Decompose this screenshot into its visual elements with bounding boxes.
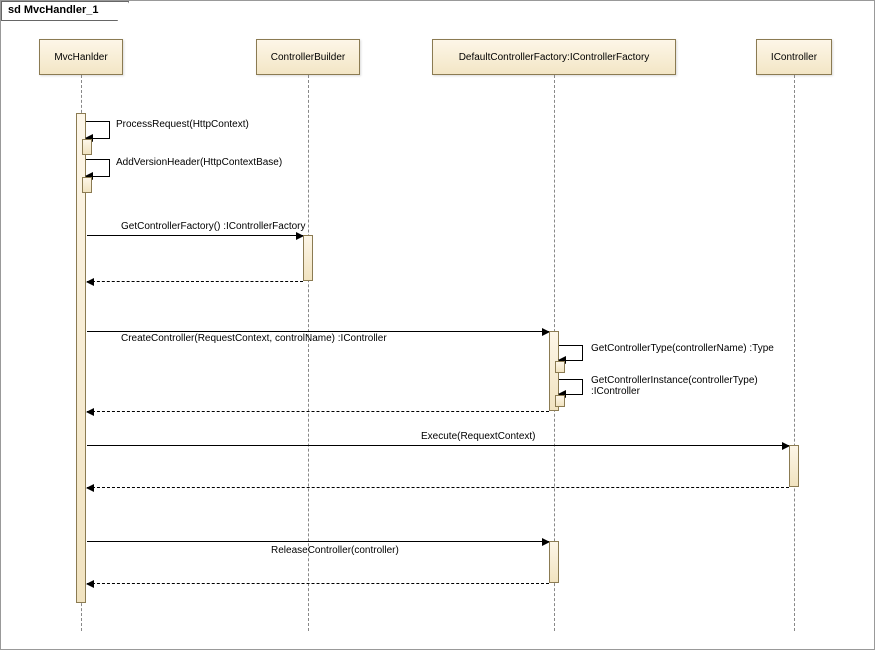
activation-bar xyxy=(82,139,92,155)
message-arrow xyxy=(87,331,549,332)
activation-bar xyxy=(82,177,92,193)
activation-bar xyxy=(555,395,565,407)
message-getcontrollerinstance: GetControllerInstance(controllerType) :I… xyxy=(591,375,801,397)
lifeline-label: ControllerBuilder xyxy=(271,52,345,63)
lifeline-line xyxy=(794,75,795,631)
activation-bar xyxy=(303,235,313,281)
message-getcontrollertype: GetControllerType(controllerName) :Type xyxy=(591,343,774,354)
activation-bar xyxy=(555,361,565,373)
message-execute: Execute(RequextContext) xyxy=(421,431,536,442)
return-arrow xyxy=(87,281,303,282)
self-message-arc xyxy=(86,159,110,177)
activation-bar xyxy=(789,445,799,487)
message-arrow xyxy=(87,445,789,446)
return-arrow xyxy=(87,583,549,584)
lifeline-label: MvcHanlder xyxy=(54,52,107,63)
return-arrow xyxy=(87,487,789,488)
lifeline-mvchandler: MvcHanlder xyxy=(39,39,123,75)
self-message-arc xyxy=(86,121,110,139)
lifeline-icontroller: IController xyxy=(756,39,832,75)
frame-title: sd MvcHandler_1 xyxy=(1,1,129,21)
lifeline-label: DefaultControllerFactory:IControllerFact… xyxy=(459,52,650,63)
message-createcontroller: CreateController(RequestContext, control… xyxy=(121,333,387,344)
lifeline-controllerbuilder: ControllerBuilder xyxy=(256,39,360,75)
message-processrequest: ProcessRequest(HttpContext) xyxy=(116,119,249,130)
message-arrow xyxy=(87,541,549,542)
message-getcontrollerfactory: GetControllerFactory() :IControllerFacto… xyxy=(121,221,306,232)
lifeline-label: IController xyxy=(771,52,817,63)
message-arrow xyxy=(87,235,303,236)
return-arrow xyxy=(87,411,549,412)
self-message-arc xyxy=(559,379,583,395)
self-message-arc xyxy=(559,345,583,361)
activation-bar xyxy=(549,541,559,583)
message-addversionheader: AddVersionHeader(HttpContextBase) xyxy=(116,157,282,168)
sequence-diagram-canvas: sd MvcHandler_1 MvcHanlder ControllerBui… xyxy=(0,0,875,650)
lifeline-defaultcontrollerfactory: DefaultControllerFactory:IControllerFact… xyxy=(432,39,676,75)
message-releasecontroller: ReleaseController(controller) xyxy=(271,545,399,556)
